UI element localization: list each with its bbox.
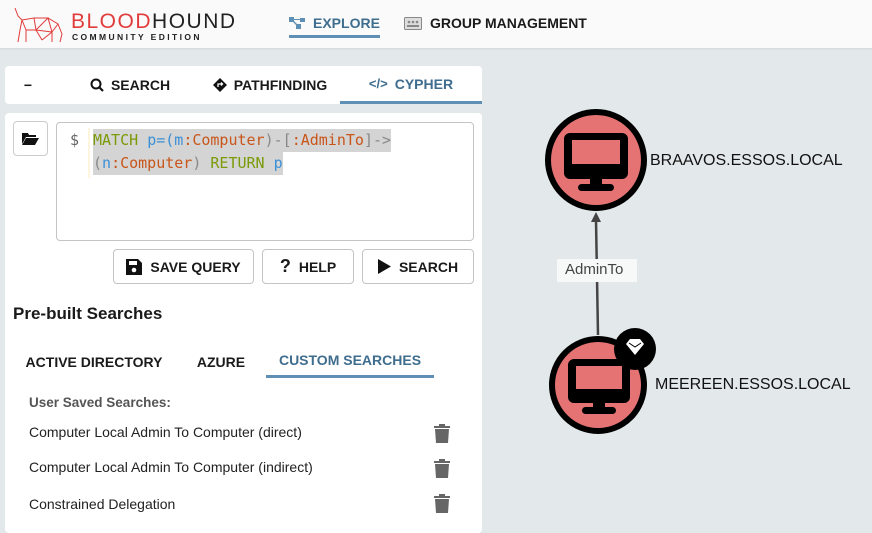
- edge-label: AdminTo: [565, 261, 624, 278]
- node-braavos[interactable]: [545, 109, 647, 211]
- node-label-meereen[interactable]: MEEREEN.ESSOS.LOCAL: [655, 376, 851, 394]
- node-meereen[interactable]: [549, 328, 656, 434]
- graph-canvas[interactable]: [0, 0, 872, 522]
- node-label-braavos[interactable]: BRAAVOS.ESSOS.LOCAL: [650, 152, 843, 170]
- edge-arrowhead: [591, 212, 601, 222]
